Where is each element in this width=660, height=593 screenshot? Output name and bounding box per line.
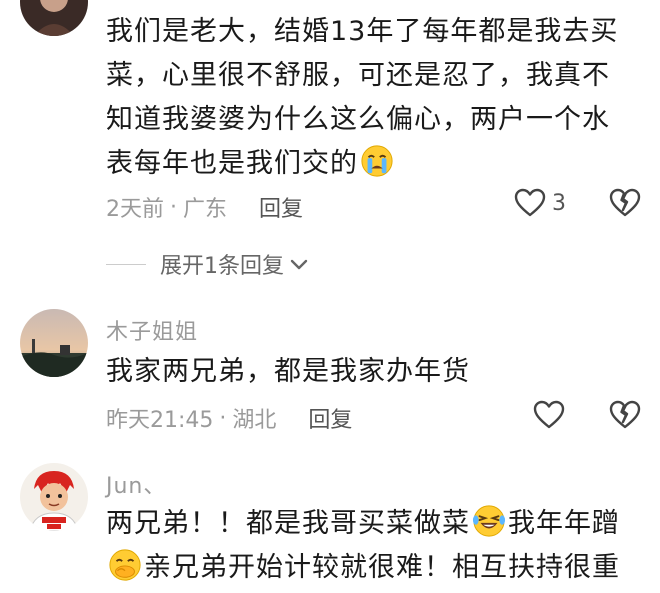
comment-1-reply-button[interactable]: 回复 [259, 191, 303, 223]
comment-1-dislike-button[interactable] [609, 188, 641, 218]
comment-1-separator: · [170, 194, 177, 220]
comment-1-line-3: 知道我婆婆为什么这么偏心，两户一个水 [106, 104, 610, 135]
comment-1-text: 我们是老大，结婚13年了每年都是我去买 菜，心里很不舒服，可还是忍了，我真不 知… [106, 10, 646, 186]
comment-2-meta: 昨天21:45 · 湖北 回复 [106, 402, 352, 434]
comment-3-line-1b: 我年年蹭 [508, 508, 620, 539]
comment-1-line-1: 我们是老大，结婚13年了每年都是我去买 [106, 16, 619, 47]
comment-2-like-button[interactable] [533, 400, 565, 430]
comment-2-reply-button[interactable]: 回复 [308, 402, 352, 434]
comment-2-username[interactable]: 木子姐姐 [106, 314, 198, 346]
expand-replies-label: 展开1条回复 [160, 254, 284, 279]
comment-1-line-4: 表每年也是我们交的 [106, 148, 358, 179]
laughing-tears-emoji-icon [472, 504, 506, 538]
comment-3-line-1a: 两兄弟！！都是我哥买菜做菜 [106, 508, 470, 539]
shy-smile-emoji-icon [108, 548, 142, 582]
expand-divider [106, 263, 146, 265]
comment-2-location: 湖北 [232, 408, 277, 433]
comment-2-dislike-button[interactable] [609, 400, 641, 430]
dislike-broken-heart-icon [609, 400, 641, 430]
comment-2-text: 我家两兄弟，都是我家办年货 [106, 356, 470, 387]
heart-outline-icon [514, 188, 546, 218]
comment-3-username[interactable]: Jun、 [106, 468, 166, 500]
avatar-commenter-3[interactable] [20, 463, 88, 531]
avatar-commenter-2[interactable] [20, 309, 88, 377]
dislike-broken-heart-icon [609, 188, 641, 218]
crying-emoji-icon [360, 144, 394, 178]
comment-1-like-button[interactable]: 3 [514, 188, 566, 218]
chevron-down-icon [290, 252, 308, 277]
comment-1-meta: 2天前 · 广东 回复 [106, 191, 303, 223]
comment-2-time: 昨天21:45 [106, 408, 214, 433]
comment-3-line-2: 亲兄弟开始计较就很难！相互扶持很重 [144, 552, 620, 583]
expand-replies-button[interactable]: 展开1条回复 [106, 248, 308, 280]
heart-outline-icon [533, 400, 565, 430]
comment-1-line-2: 菜，心里很不舒服，可还是忍了，我真不 [106, 60, 610, 91]
comment-1-location: 广东 [183, 197, 228, 222]
comment-1-time: 2天前 [106, 197, 164, 222]
comment-2-separator: · [219, 405, 227, 431]
avatar-commenter-1[interactable] [20, 0, 88, 36]
comment-3-text: 两兄弟！！都是我哥买菜做菜 我年年蹭 亲兄弟开始计较就很难！相互扶持很重 [106, 502, 646, 590]
comment-1-like-count: 3 [552, 190, 566, 216]
